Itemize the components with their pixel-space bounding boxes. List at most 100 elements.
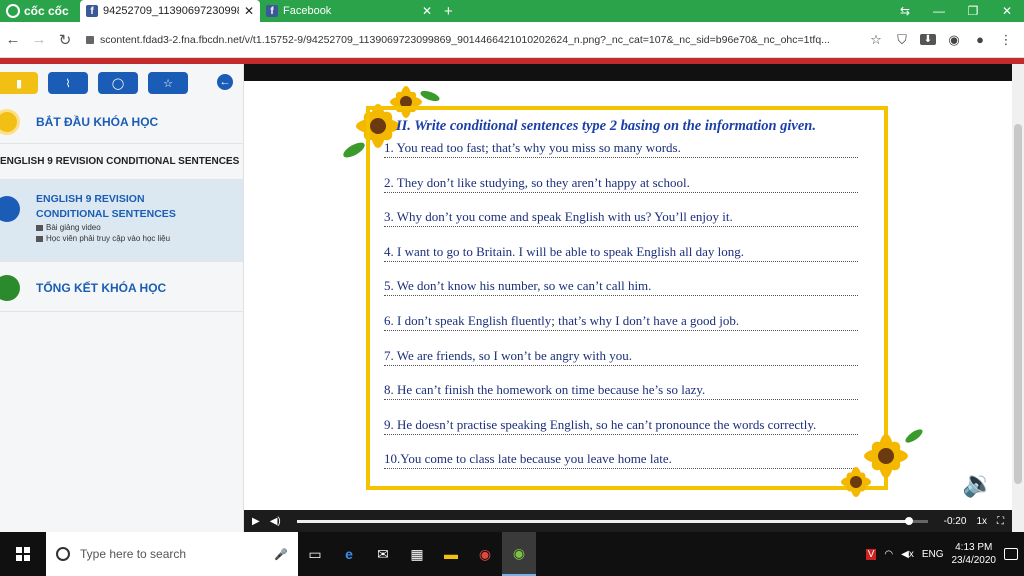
video-icon xyxy=(36,224,43,231)
taskbar-search[interactable]: Type here to search 🎤 xyxy=(46,532,298,576)
network-icon[interactable]: ◠ xyxy=(884,549,893,560)
lesson-note: Học viên phải truy cập vào học liệu xyxy=(46,234,171,243)
tab-lessons[interactable]: ▮ xyxy=(0,72,38,94)
answer-line xyxy=(384,468,858,470)
answer-line xyxy=(384,295,858,297)
mail-icon[interactable]: ✉ xyxy=(366,532,400,576)
sidebar-item-summary[interactable]: TỔNG KẾT KHÓA HỌC xyxy=(0,264,243,312)
speed-button[interactable]: 1x xyxy=(976,516,987,527)
tab-image[interactable]: f 94252709_113906972309986 ✕ xyxy=(80,0,260,22)
exercise-text: 2. They don’t like studying, so they are… xyxy=(384,174,690,190)
clock-time: 4:13 PM xyxy=(955,542,993,553)
tab-close-icon[interactable]: ✕ xyxy=(244,4,254,18)
brand-label: cốc cốc xyxy=(24,4,69,18)
volume-overlay-icon: 🔉 xyxy=(962,468,995,498)
seek-handle[interactable] xyxy=(904,516,913,525)
edge-icon[interactable]: e xyxy=(332,532,366,576)
exercise-item: 1. You read too fast; that’s why you mis… xyxy=(384,138,870,173)
answer-line xyxy=(384,433,858,435)
exercise-item: 10.You come to class late because you le… xyxy=(384,449,870,484)
play-icon[interactable]: ▶ xyxy=(252,516,260,527)
lesson-type: Bài giảng video xyxy=(46,223,101,232)
course-sidebar: ▮ ⌇ ◯ ☆ ← BẮT ĐẦU KHÓA HỌC ENGLISH 9 REV… xyxy=(0,64,244,532)
exercise-text: 6. I don’t speak English fluently; that’… xyxy=(384,312,740,328)
store-icon[interactable]: ▦ xyxy=(400,532,434,576)
book-icon: ▮ xyxy=(15,77,23,90)
page-scrollbar[interactable] xyxy=(1012,64,1024,532)
sync-icon[interactable]: ⇆ xyxy=(888,0,922,22)
tab-facebook[interactable]: f Facebook ✕ xyxy=(260,0,438,22)
sidebar-tabs: ▮ ⌇ ◯ ☆ ← xyxy=(0,64,243,100)
lesson-title: ENGLISH 9 REVISION CONDITIONAL SENTENCES xyxy=(36,193,176,220)
reload-button[interactable]: ↻ xyxy=(52,31,78,49)
more-menu-icon[interactable]: ⋮ xyxy=(998,32,1014,48)
exercise-text: 10.You come to class late because you le… xyxy=(384,451,672,467)
status-dot xyxy=(0,275,20,301)
new-tab-button[interactable]: + xyxy=(444,3,453,20)
fullscreen-icon[interactable]: ⛶ xyxy=(997,516,1004,527)
player-controls: ▶ ◀) -0:20 1x ⛶ xyxy=(244,510,1012,532)
restore-button[interactable]: ❐ xyxy=(956,0,990,22)
facebook-icon: f xyxy=(86,5,98,17)
shield-icon[interactable]: ⛉ xyxy=(894,32,910,48)
extension-icon[interactable]: ◉ xyxy=(946,32,962,48)
system-tray: V ◠ ◀x ENG 4:13 PM 23/4/2020 xyxy=(865,541,1024,567)
antivirus-icon[interactable]: V xyxy=(865,548,877,560)
notification-icon[interactable] xyxy=(1004,548,1018,560)
url-field[interactable]: scontent.fdad3-2.fna.fbcdn.net/v/t1.1575… xyxy=(86,34,858,46)
exercise-text: 4. I want to go to Britain. I will be ab… xyxy=(384,243,744,259)
file-explorer-icon[interactable]: ▬ xyxy=(434,532,468,576)
start-button[interactable] xyxy=(0,532,46,576)
volume-icon[interactable]: ◀) xyxy=(270,516,281,527)
sidebar-item-active-lesson[interactable]: ENGLISH 9 REVISION CONDITIONAL SENTENCES… xyxy=(0,180,243,262)
address-bar: ← → ↻ scontent.fdad3-2.fna.fbcdn.net/v/t… xyxy=(0,22,1024,58)
chrome-icon[interactable]: ◉ xyxy=(468,532,502,576)
exercise-text: 7. We are friends, so I won’t be angry w… xyxy=(384,347,632,363)
tab-title: 94252709_113906972309986 xyxy=(103,5,239,17)
answer-line xyxy=(384,329,858,331)
answer-line xyxy=(384,191,858,193)
lesson-note-row: Học viên phải truy cập vào học liệu xyxy=(36,233,243,244)
answer-line xyxy=(384,157,858,158)
leaf-icon xyxy=(36,235,43,242)
exercise-item: 2. They don’t like studying, so they are… xyxy=(384,173,870,208)
windows-logo-icon xyxy=(16,547,30,561)
seek-bar[interactable] xyxy=(296,516,928,525)
profile-icon[interactable]: ● xyxy=(972,32,988,47)
cortana-icon xyxy=(56,547,70,561)
minimize-button[interactable]: — xyxy=(922,0,956,22)
answer-line xyxy=(384,364,858,366)
exercise-item: 6. I don’t speak English fluently; that’… xyxy=(384,311,870,346)
language-indicator[interactable]: ENG xyxy=(922,549,944,560)
star-icon: ☆ xyxy=(163,77,173,90)
worksheet-card: II. Write conditional sentences type 2 b… xyxy=(366,106,888,490)
coccoc-taskbar-icon[interactable]: ◉ xyxy=(502,532,536,576)
download-icon[interactable]: ⬇ xyxy=(920,34,936,45)
scrollbar-thumb[interactable] xyxy=(1014,124,1022,484)
speaker-icon[interactable]: ◀x xyxy=(901,549,914,560)
clock[interactable]: 4:13 PM 23/4/2020 xyxy=(952,541,997,567)
chevron-icon: › xyxy=(225,156,229,167)
bookmark-star-icon[interactable]: ☆ xyxy=(868,32,884,48)
section-header[interactable]: ENGLISH 9 REVISION CONDITIONAL SENTENCES… xyxy=(0,144,243,180)
sidebar-collapse-button[interactable]: ← xyxy=(217,74,233,90)
close-window-button[interactable]: ✕ xyxy=(990,0,1024,22)
seek-bar-fill xyxy=(296,519,909,523)
coccoc-menu-button[interactable]: cốc cốc xyxy=(0,0,80,22)
tab-comments[interactable]: ◯ xyxy=(98,72,138,94)
exercise-text: 9. He doesn’t practise speaking English,… xyxy=(384,416,817,432)
tab-rating[interactable]: ☆ xyxy=(148,72,188,94)
forward-button[interactable]: → xyxy=(26,31,52,48)
lock-icon xyxy=(86,35,94,44)
url-text: scontent.fdad3-2.fna.fbcdn.net/v/t1.1575… xyxy=(100,33,830,46)
exercise-item: 5. We don’t know his number, so we can’t… xyxy=(384,276,870,311)
tab-attachments[interactable]: ⌇ xyxy=(48,72,88,94)
back-button[interactable]: ← xyxy=(0,31,26,48)
sidebar-item-label: TỔNG KẾT KHÓA HỌC xyxy=(36,280,167,295)
tab-close-icon[interactable]: ✕ xyxy=(422,4,432,18)
microphone-icon[interactable]: 🎤 xyxy=(274,548,288,561)
clock-date: 23/4/2020 xyxy=(951,555,997,566)
sidebar-item-start[interactable]: BẮT ĐẦU KHÓA HỌC xyxy=(0,100,243,144)
task-view-icon[interactable]: ▭ xyxy=(298,532,332,576)
video-player[interactable]: II. Write conditional sentences type 2 b… xyxy=(244,64,1012,532)
